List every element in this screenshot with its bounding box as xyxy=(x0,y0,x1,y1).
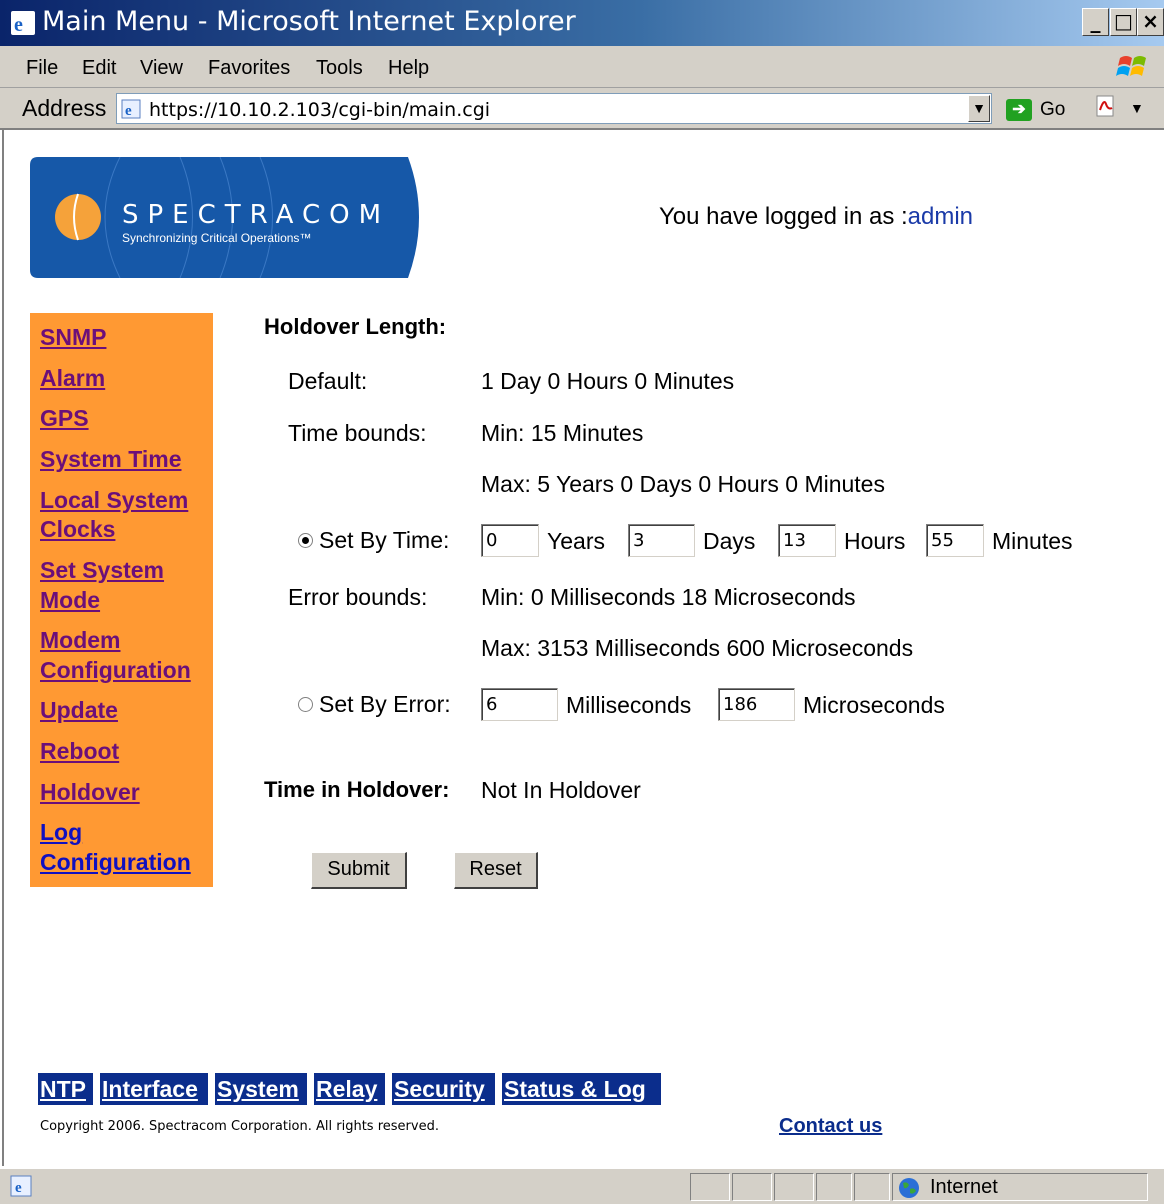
globe-icon xyxy=(899,1178,919,1198)
login-prefix: You have logged in as : xyxy=(659,203,908,230)
error-bounds-max: Max: 3153 Milliseconds 600 Microseconds xyxy=(481,635,914,661)
go-button[interactable]: Go xyxy=(1040,99,1065,121)
sidebar-item-reboot[interactable]: Reboot xyxy=(40,736,119,766)
status-segment xyxy=(816,1173,852,1201)
menu-favorites[interactable]: Favorites xyxy=(208,57,290,80)
sidebar-item-mode[interactable]: Mode xyxy=(40,585,100,615)
svg-text:e: e xyxy=(14,14,23,36)
spectracom-logo: SPECTRACOM Synchronizing Critical Operat… xyxy=(30,157,419,278)
milliseconds-unit: Milliseconds xyxy=(566,692,692,718)
set-by-error-label: Set By Error: xyxy=(319,691,451,717)
login-status: You have logged in as :admin xyxy=(659,203,973,231)
years-unit: Years xyxy=(547,528,605,554)
address-label: Address xyxy=(22,95,107,121)
hours-input[interactable] xyxy=(778,524,836,557)
logo-tagline: Synchronizing Critical Operations™ xyxy=(122,231,311,245)
status-zone-label: Internet xyxy=(930,1176,998,1198)
address-bar: Address e https://10.10.2.103/cgi-bin/ma… xyxy=(0,88,1164,130)
menu-help[interactable]: Help xyxy=(388,57,429,80)
address-input[interactable]: e https://10.10.2.103/cgi-bin/main.cgi ▼ xyxy=(116,93,992,124)
sidebar-item-system-time[interactable]: System Time xyxy=(40,444,181,474)
tab-status-log[interactable]: Status & Log xyxy=(502,1073,661,1105)
copyright: Copyright 2006. Spectracom Corporation. … xyxy=(40,1119,439,1134)
title-bar: e Main Menu - Microsoft Internet Explore… xyxy=(0,0,1164,46)
sidebar-item-modem-configuration[interactable]: Configuration xyxy=(40,655,191,685)
contact-us-link[interactable]: Contact us xyxy=(779,1115,882,1138)
sidebar-item-alarm[interactable]: Alarm xyxy=(40,363,105,393)
sidebar-item-log-configuration[interactable]: Configuration xyxy=(40,847,191,877)
milliseconds-input[interactable] xyxy=(481,688,558,721)
menu-view[interactable]: View xyxy=(140,57,183,80)
days-input[interactable] xyxy=(628,524,695,557)
time-bounds-label: Time bounds: xyxy=(288,420,427,446)
sidebar-item-snmp[interactable]: SNMP xyxy=(40,322,106,352)
minimize-button[interactable]: _ xyxy=(1082,8,1109,36)
menu-bar: File Edit View Favorites Tools Help xyxy=(0,46,1164,88)
page-status-icon: e xyxy=(10,1175,32,1197)
holdover-length-heading: Holdover Length: xyxy=(264,314,447,339)
submit-button[interactable]: Submit xyxy=(311,852,407,889)
microseconds-input[interactable] xyxy=(718,688,795,721)
status-bar: e Internet xyxy=(0,1168,1164,1204)
window-title: Main Menu - Microsoft Internet Explorer xyxy=(42,6,576,37)
maximize-button[interactable]: □ xyxy=(1110,8,1137,36)
tab-relay[interactable]: Relay xyxy=(314,1073,385,1105)
address-dropdown-button[interactable]: ▼ xyxy=(968,95,990,122)
reset-button[interactable]: Reset xyxy=(454,852,538,889)
minutes-input[interactable] xyxy=(926,524,984,557)
set-by-time-radio[interactable] xyxy=(298,533,313,548)
status-segment xyxy=(732,1173,772,1201)
microseconds-unit: Microseconds xyxy=(803,692,945,718)
default-label: Default: xyxy=(288,368,368,394)
menu-file[interactable]: File xyxy=(26,57,58,80)
sidebar-item-log[interactable]: Log xyxy=(40,817,82,847)
set-by-error-radio[interactable] xyxy=(298,697,313,712)
address-url: https://10.10.2.103/cgi-bin/main.cgi xyxy=(149,99,491,121)
time-in-holdover-value: Not In Holdover xyxy=(481,777,641,803)
tab-ntp[interactable]: NTP xyxy=(38,1073,93,1105)
tab-security[interactable]: Security xyxy=(392,1073,495,1105)
status-segment xyxy=(774,1173,814,1201)
svg-text:e: e xyxy=(125,103,132,119)
sidebar-item-local-system[interactable]: Local System xyxy=(40,485,188,515)
close-button[interactable]: × xyxy=(1137,8,1164,36)
status-segment xyxy=(854,1173,890,1201)
time-bounds-max: Max: 5 Years 0 Days 0 Hours 0 Minutes xyxy=(481,471,885,497)
error-bounds-label: Error bounds: xyxy=(288,584,428,610)
sidebar-item-modem[interactable]: Modem xyxy=(40,625,121,655)
menu-tools[interactable]: Tools xyxy=(316,57,363,80)
windows-logo-icon xyxy=(1116,56,1146,76)
default-value: 1 Day 0 Hours 0 Minutes xyxy=(481,368,735,394)
years-input[interactable] xyxy=(481,524,539,557)
error-bounds-min: Min: 0 Milliseconds 18 Microseconds xyxy=(481,584,856,610)
sidebar-item-clocks[interactable]: Clocks xyxy=(40,514,115,544)
pdf-dropdown-icon[interactable]: ▼ xyxy=(1130,100,1144,116)
time-bounds-min: Min: 15 Minutes xyxy=(481,420,644,446)
sidebar-item-update[interactable]: Update xyxy=(40,695,118,725)
days-unit: Days xyxy=(703,528,756,554)
menu-edit[interactable]: Edit xyxy=(82,57,116,80)
hours-unit: Hours xyxy=(844,528,906,554)
status-segment xyxy=(690,1173,730,1201)
svg-text:e: e xyxy=(15,1180,22,1196)
ie-icon: e xyxy=(11,11,35,36)
tab-system[interactable]: System xyxy=(215,1073,307,1105)
go-arrow-icon[interactable]: ➔ xyxy=(1006,99,1032,121)
tab-interface[interactable]: Interface xyxy=(100,1073,208,1105)
sidebar-item-gps[interactable]: GPS xyxy=(40,403,89,433)
sidebar-item-holdover[interactable]: Holdover xyxy=(40,777,140,807)
time-in-holdover-label: Time in Holdover: xyxy=(264,777,450,802)
sidebar-item-set-system[interactable]: Set System xyxy=(40,555,164,585)
page-icon: e xyxy=(121,99,141,119)
minutes-unit: Minutes xyxy=(992,528,1073,554)
pdf-icon[interactable] xyxy=(1094,94,1118,118)
set-by-time-label: Set By Time: xyxy=(319,527,450,553)
login-username: admin xyxy=(907,203,974,230)
logo-text: SPECTRACOM xyxy=(122,200,390,230)
